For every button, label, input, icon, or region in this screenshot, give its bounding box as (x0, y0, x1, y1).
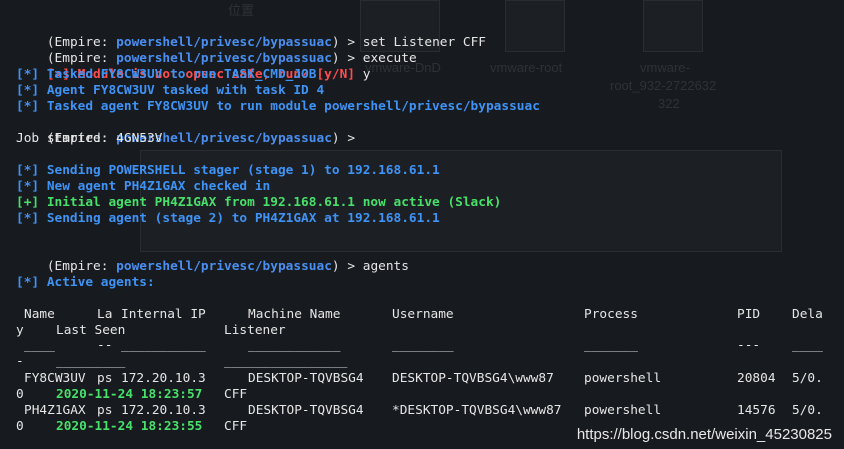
agent-last-seen: 2020-11-24 18:23:57 (56, 387, 203, 402)
separator-username: ________ (392, 338, 454, 353)
agent-machine-name: DESKTOP-TQVBSG4 (248, 403, 364, 418)
prompt-close: ) > (331, 259, 363, 274)
terminal-line-active-agents: [*] Active agents: (16, 275, 155, 290)
agent-username: DESKTOP-TQVBSG4\www87 (392, 371, 554, 386)
terminal-line-sending-stager: [*] Sending POWERSHELL stager (stage 1) … (16, 163, 440, 178)
agent-last-seen: 2020-11-24 18:23:55 (56, 419, 203, 434)
terminal-line-opsec-warning: [>] Module is not opsec safe, run? [y/N]… (16, 51, 371, 82)
separator-last-seen: _________ (56, 354, 126, 369)
header-listener: Listener (224, 323, 286, 338)
ghost-icon-box-3 (643, 0, 703, 52)
warning-answer: y (355, 67, 371, 82)
ghost-vm3-label: vmware- (640, 60, 690, 75)
terminal-line-initial-agent: [+] Initial agent PH4Z1GAX from 192.168.… (16, 195, 502, 210)
command-text: execute (362, 51, 417, 66)
header-machine-name: Machine Name (248, 307, 341, 322)
terminal-line-tasked: [*] Tasked FY8CW3UV to run TASK_CMD_JOB (16, 67, 317, 82)
prompt-module-path: powershell/privesc/bypassuac (116, 259, 332, 274)
agent-delay: 5/0. (792, 371, 823, 386)
header-delay: Dela (792, 307, 823, 322)
header-name: Name (24, 307, 55, 322)
terminal-window[interactable]: 位置 vmware-DnD vmware-root vmware- root_9… (0, 0, 844, 449)
ghost-location-label: 位置 (228, 3, 255, 18)
separator-pid: --- (737, 338, 761, 353)
agent-listener: CFF (224, 419, 248, 434)
header-username: Username (392, 307, 454, 322)
agent-delay-wrap: 0 (16, 419, 24, 434)
terminal-line-execute: (Empire: powershell/privesc/bypassuac) >… (16, 35, 417, 66)
csdn-watermark: https://blog.csdn.net/weixin_45230825 (576, 426, 832, 443)
agent-internal-ip: 172.20.10.3 (121, 371, 206, 386)
terminal-line-task-id: [*] Agent FY8CW3UV tasked with task ID 4 (16, 83, 325, 98)
header-last-seen: Last Seen (56, 323, 126, 338)
separator-listener: ________________ (224, 354, 348, 369)
agent-internal-ip: 172.20.10.3 (121, 403, 206, 418)
agent-name: FY8CW3UV (24, 371, 86, 386)
terminal-line-job-started: Job started: 4GN53V (16, 131, 163, 146)
header-internal-ip: Internal IP (121, 307, 206, 322)
header-process: Process (584, 307, 638, 322)
ghost-vm2-label: vmware-root (490, 60, 563, 75)
prompt-close: ) > (331, 131, 363, 146)
terminal-line-agents-command: (Empire: powershell/privesc/bypassuac) >… (16, 243, 409, 274)
agent-process: powershell (584, 403, 662, 418)
separator-name: ____ (24, 338, 55, 353)
agent-name: PH4Z1GAX (24, 403, 86, 418)
terminal-line-tasked-module: [*] Tasked agent FY8CW3UV to run module … (16, 99, 540, 114)
separator-delay-wrap: - (16, 354, 24, 369)
ghost-vm3c-label: 322 (658, 96, 680, 111)
agent-language: ps (97, 371, 113, 386)
ghost-vm3b-label: root_932-2722632 (610, 78, 717, 93)
separator-process: _______ (584, 338, 638, 353)
agent-language: ps (97, 403, 113, 418)
ghost-icon-box-2 (505, 0, 565, 52)
header-language: La (97, 307, 113, 322)
agent-process: powershell (584, 371, 662, 386)
command-text: agents (362, 259, 409, 274)
agent-delay-wrap: 0 (16, 387, 24, 402)
separator-delay: ____ (792, 338, 823, 353)
agent-listener: CFF (224, 387, 248, 402)
header-delay-wrap: y (16, 323, 24, 338)
terminal-line-new-agent: [*] New agent PH4Z1GAX checked in (16, 179, 271, 194)
terminal-line-sending-stage2: [*] Sending agent (stage 2) to PH4Z1GAX … (16, 211, 440, 226)
agent-delay: 5/0. (792, 403, 823, 418)
agent-machine-name: DESKTOP-TQVBSG4 (248, 371, 364, 386)
separator-machine-name: ____________ (248, 338, 341, 353)
agent-pid: 20804 (737, 371, 776, 386)
agent-username: *DESKTOP-TQVBSG4\www87 (392, 403, 562, 418)
separator-internal-ip: ___________ (121, 338, 206, 353)
prompt-open: (Empire: (46, 259, 117, 274)
separator-language: -- (97, 338, 113, 353)
agent-pid: 14576 (737, 403, 776, 418)
terminal-line-prompt-empty: (Empire: powershell/privesc/bypassuac) > (16, 115, 363, 146)
header-pid: PID (737, 307, 761, 322)
terminal-line-set-listener: (Empire: powershell/privesc/bypassuac) >… (16, 19, 486, 50)
